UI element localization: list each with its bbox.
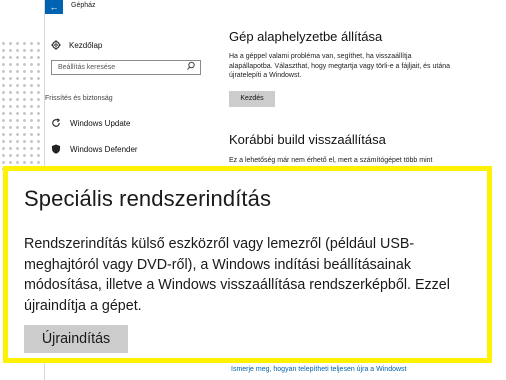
refresh-icon: [52, 118, 61, 127]
previous-build-description: Ez a lehetőség már nem érhető el, mert a…: [229, 157, 433, 164]
search-icon: [187, 61, 195, 75]
advanced-startup-highlight: Speciális rendszerindítás Rendszerindítá…: [3, 166, 492, 363]
reset-start-button[interactable]: Kezdés: [229, 91, 275, 107]
gear-icon: [51, 40, 61, 50]
reset-description: Ha a géppel valami probléma van, segíthe…: [229, 53, 451, 79]
sidebar-section-header: Frissítés és biztonság: [45, 95, 113, 102]
restart-now-button[interactable]: Újraindítás: [24, 325, 128, 353]
advanced-startup-description: Rendszerindítás külső eszközről vagy lem…: [24, 236, 450, 314]
previous-build-heading: Korábbi build visszaállítása: [229, 132, 386, 147]
search-input[interactable]: Beállítás keresése: [51, 60, 201, 75]
sidebar-item-windows-update[interactable]: Windows Update: [51, 118, 130, 128]
sidebar-home-label: Kezdőlap: [69, 40, 103, 50]
reset-heading: Gép alaphelyzetbe állítása: [229, 29, 383, 44]
app-title: Gépház: [71, 2, 96, 9]
shield-icon: [52, 144, 60, 154]
advanced-startup-heading: Speciális rendszerindítás: [24, 186, 272, 211]
title-bar: ← Gépház: [45, 0, 506, 16]
search-placeholder: Beállítás keresése: [58, 64, 116, 71]
reinstall-windows-link[interactable]: Ismerje meg, hogyan telepítheti teljesen…: [231, 366, 406, 373]
sidebar-item-home[interactable]: Kezdőlap: [51, 40, 102, 50]
sidebar-item-windows-defender[interactable]: Windows Defender: [51, 144, 138, 154]
back-button[interactable]: ←: [45, 0, 63, 14]
sidebar-item-label: Windows Update: [70, 118, 131, 128]
sidebar-item-label: Windows Defender: [70, 144, 138, 154]
decorative-dot-pattern: [0, 40, 48, 170]
